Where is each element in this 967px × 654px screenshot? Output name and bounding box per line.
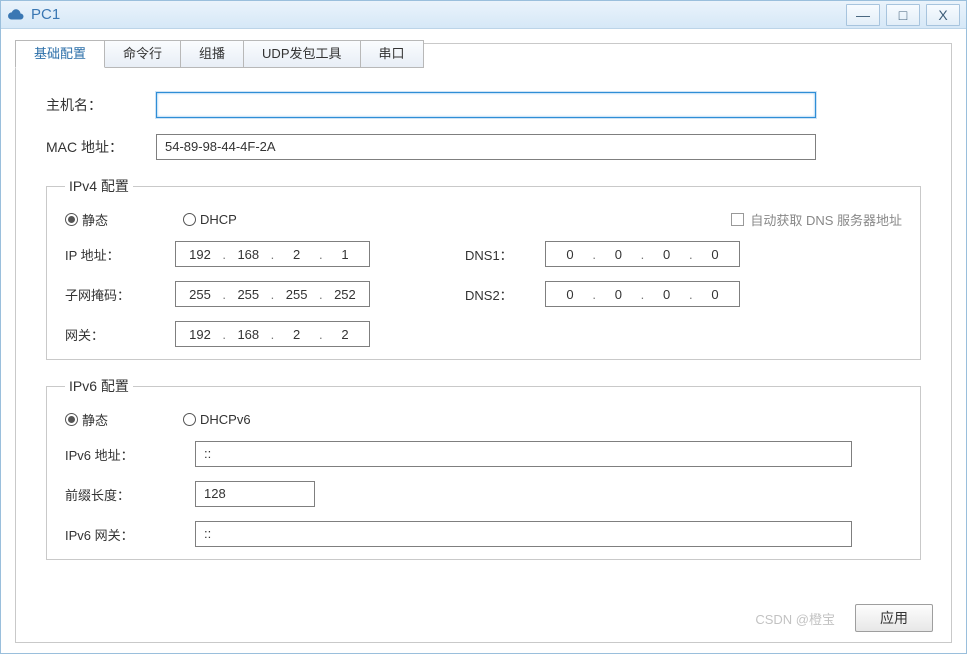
ipv6-address-input[interactable]: :: — [195, 441, 852, 467]
hostname-label: 主机名： — [46, 95, 156, 115]
gateway-label: 网关： — [65, 325, 175, 344]
ipv6-prefix-input[interactable]: 128 — [195, 481, 315, 507]
watermark: CSDN @橙宝 — [755, 609, 835, 628]
main-panel: 基础配置 命令行 组播 UDP发包工具 串口 主机名： MAC 地址： — [15, 43, 952, 643]
ipv6-static-radio[interactable]: 静态 — [65, 410, 108, 429]
titlebar: PC1 — □ X — [1, 1, 966, 29]
subnet-mask-input[interactable]: 255. 255. 255. 252 — [175, 281, 370, 307]
ipv6-mode-row: 静态 DHCPv6 — [65, 410, 902, 429]
ipv6-prefix-label: 前缀长度： — [65, 485, 195, 504]
radio-checked-icon — [65, 213, 78, 226]
ipv6-legend: IPv6 配置 — [65, 376, 133, 396]
window-title: PC1 — [31, 6, 840, 23]
tab-basic-config[interactable]: 基础配置 — [15, 40, 105, 68]
tab-cli[interactable]: 命令行 — [104, 40, 181, 68]
ipv4-grid: IP 地址： 192. 168. 2. 1 DNS1： 0. 0. 0. — [65, 241, 902, 347]
checkbox-unchecked-icon — [731, 213, 744, 226]
ipv4-dhcp-radio[interactable]: DHCP — [183, 212, 237, 227]
mac-row: MAC 地址： 54-89-98-44-4F-2A — [46, 134, 921, 160]
ip-address-input[interactable]: 192. 168. 2. 1 — [175, 241, 370, 267]
mac-label: MAC 地址： — [46, 137, 156, 157]
dns1-input[interactable]: 0. 0. 0. 0 — [545, 241, 740, 267]
pc-config-window: PC1 — □ X 基础配置 命令行 组播 UDP发包工具 串口 主机名： — [0, 0, 967, 654]
ipv6-static-label: 静态 — [82, 410, 108, 429]
tab-udp-tool[interactable]: UDP发包工具 — [243, 40, 360, 68]
ipv4-static-label: 静态 — [82, 210, 108, 229]
gateway-input[interactable]: 192. 168. 2. 2 — [175, 321, 370, 347]
close-button[interactable]: X — [926, 4, 960, 26]
ipv6-dhcp-radio[interactable]: DHCPv6 — [183, 412, 251, 427]
cloud-icon — [7, 6, 25, 24]
radio-unchecked-icon — [183, 413, 196, 426]
tab-strip: 基础配置 命令行 组播 UDP发包工具 串口 — [15, 40, 423, 68]
tab-serial[interactable]: 串口 — [360, 40, 424, 68]
auto-dns-label: 自动获取 DNS 服务器地址 — [750, 210, 902, 229]
maximize-button[interactable]: □ — [886, 4, 920, 26]
radio-checked-icon — [65, 413, 78, 426]
mac-value[interactable]: 54-89-98-44-4F-2A — [156, 134, 816, 160]
ipv6-dhcp-label: DHCPv6 — [200, 412, 251, 427]
ipv4-group: IPv4 配置 静态 DHCP 自动获取 DN — [46, 176, 921, 360]
dns2-label: DNS2： — [465, 285, 545, 304]
ipv4-static-radio[interactable]: 静态 — [65, 210, 108, 229]
client-area: 基础配置 命令行 组播 UDP发包工具 串口 主机名： MAC 地址： — [1, 29, 966, 653]
ipv6-group: IPv6 配置 静态 DHCPv6 IPv6 地址： :: — [46, 376, 921, 560]
minimize-button[interactable]: — — [846, 4, 880, 26]
dns2-input[interactable]: 0. 0. 0. 0 — [545, 281, 740, 307]
auto-dns-row[interactable]: 自动获取 DNS 服务器地址 — [731, 210, 902, 229]
ipv6-addr-label: IPv6 地址： — [65, 445, 195, 464]
bottom-bar: CSDN @橙宝 应用 — [755, 604, 933, 632]
hostname-input[interactable] — [156, 92, 816, 118]
ipv6-gateway-input[interactable]: :: — [195, 521, 852, 547]
tab-content: 主机名： MAC 地址： 54-89-98-44-4F-2A IPv4 配置 — [16, 68, 951, 642]
apply-button[interactable]: 应用 — [855, 604, 933, 632]
hostname-row: 主机名： — [46, 92, 921, 118]
ipv4-dhcp-label: DHCP — [200, 212, 237, 227]
dns1-label: DNS1： — [465, 245, 545, 264]
ipv4-legend: IPv4 配置 — [65, 176, 133, 196]
ipv6-gw-label: IPv6 网关： — [65, 525, 195, 544]
ipv6-grid: IPv6 地址： :: 前缀长度： 128 IPv6 网关： :: — [65, 441, 902, 547]
ip-label: IP 地址： — [65, 245, 175, 264]
mask-label: 子网掩码： — [65, 285, 175, 304]
tab-multicast[interactable]: 组播 — [180, 40, 244, 68]
ipv4-mode-row: 静态 DHCP 自动获取 DNS 服务器地址 — [65, 210, 902, 229]
radio-unchecked-icon — [183, 213, 196, 226]
